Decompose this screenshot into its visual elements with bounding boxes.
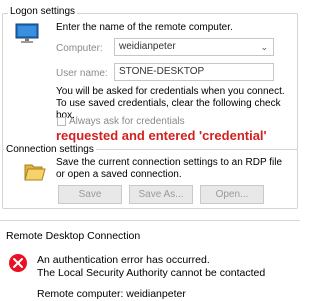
computer-value: weidianpeter [119, 41, 176, 52]
divider [0, 220, 300, 221]
annotation-text: requested and entered 'credential' [56, 128, 267, 143]
logon-instruction: Enter the name of the remote computer. [56, 22, 233, 33]
username-field[interactable]: STONE-DESKTOP [114, 63, 274, 81]
computer-monitor-icon [14, 22, 42, 46]
connection-settings-title: Connection settings [4, 144, 96, 155]
connection-description: Save the current connection settings to … [56, 157, 283, 180]
error-dialog-title: Remote Desktop Connection [6, 230, 141, 242]
remote-computer-text: Remote computer: weidianpeter [37, 288, 186, 300]
save-as-button[interactable]: Save As... [129, 185, 193, 204]
chevron-down-icon: ⌄ [260, 42, 268, 52]
logon-settings-title: Logon settings [8, 6, 78, 17]
computer-dropdown[interactable]: weidianpeter ⌄ [114, 38, 274, 56]
save-button[interactable]: Save [58, 185, 122, 204]
always-ask-checkbox[interactable] [57, 117, 66, 126]
open-button[interactable]: Open... [200, 185, 264, 204]
error-line-2: The Local Security Authority cannot be c… [37, 267, 266, 279]
folder-icon [22, 160, 48, 184]
username-value: STONE-DESKTOP [119, 66, 205, 77]
always-ask-label: Always ask for credentials [69, 116, 185, 127]
computer-label: Computer: [56, 43, 103, 54]
error-x-icon [8, 253, 28, 273]
username-label: User name: [56, 68, 108, 79]
error-line-1: An authentication error has occurred. [37, 254, 210, 266]
